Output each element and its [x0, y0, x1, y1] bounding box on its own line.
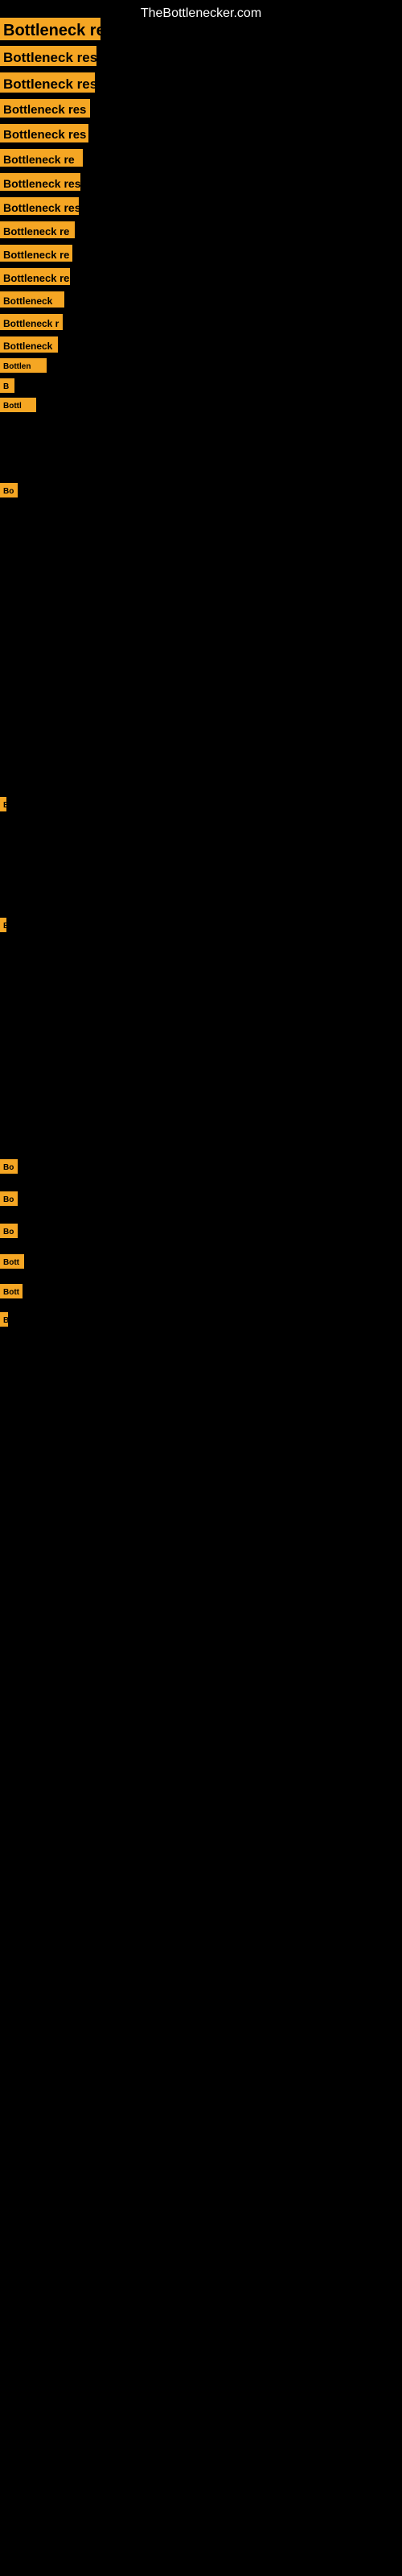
- bar-label: Bottleneck re: [0, 149, 83, 167]
- bar-label: Bottleneck res: [0, 72, 95, 93]
- list-item: B: [0, 918, 241, 932]
- bar-label: B: [0, 1312, 8, 1327]
- list-item: Bottleneck r: [0, 314, 241, 330]
- bar-label: Bott: [0, 1284, 23, 1298]
- bar-label: Bottleneck: [0, 291, 64, 308]
- list-item: Bo: [0, 1224, 241, 1238]
- bar-label: Bottleneck r: [0, 314, 63, 330]
- bar-label: Bottleneck res: [0, 124, 88, 142]
- list-item: Bottl: [0, 398, 241, 412]
- bar-label: Bottlen: [0, 358, 47, 373]
- bar-label: Bott: [0, 1254, 24, 1269]
- bar-label: Bottleneck resu: [0, 46, 96, 66]
- list-item: Bottleneck res: [0, 197, 241, 215]
- list-item: B: [0, 378, 241, 393]
- list-item: Bottleneck res: [0, 173, 241, 191]
- bar-label: Bottl: [0, 398, 36, 412]
- list-item: Bott: [0, 1254, 241, 1269]
- list-item: Bottleneck resu: [0, 46, 241, 66]
- bar-label: Bottleneck: [0, 336, 58, 353]
- list-item: Bottleneck re: [0, 245, 241, 262]
- bar-label: Bo: [0, 1224, 18, 1238]
- bar-label: Bottleneck res: [0, 197, 79, 215]
- bar-label: B: [0, 797, 6, 811]
- list-item: Bott: [0, 1284, 241, 1298]
- list-item: Bottlen: [0, 358, 241, 373]
- bar-label: Bottleneck res: [0, 173, 80, 191]
- bar-label: Bottleneck res: [0, 18, 100, 40]
- list-item: Bo: [0, 483, 241, 497]
- list-item: Bottleneck res: [0, 99, 241, 118]
- list-item: Bottleneck re: [0, 149, 241, 167]
- list-item: Bottleneck res: [0, 72, 241, 93]
- bar-label: Bottleneck re: [0, 268, 70, 285]
- bar-label: Bottleneck res: [0, 99, 90, 118]
- bar-label: Bo: [0, 1191, 18, 1206]
- list-item: Bottleneck: [0, 336, 241, 353]
- list-item: Bottleneck res: [0, 18, 241, 40]
- list-item: B: [0, 1312, 241, 1327]
- bar-label: Bottleneck re: [0, 221, 75, 238]
- list-item: Bo: [0, 1159, 241, 1174]
- list-item: Bottleneck re: [0, 221, 241, 238]
- bar-label: Bo: [0, 1159, 18, 1174]
- list-item: Bottleneck: [0, 291, 241, 308]
- bar-label: B: [0, 918, 6, 932]
- bar-label: Bottleneck re: [0, 245, 72, 262]
- list-item: Bottleneck res: [0, 124, 241, 142]
- list-item: B: [0, 797, 241, 811]
- list-item: Bottleneck re: [0, 268, 241, 285]
- bar-label: B: [0, 378, 14, 393]
- bar-label: Bo: [0, 483, 18, 497]
- list-item: Bo: [0, 1191, 241, 1206]
